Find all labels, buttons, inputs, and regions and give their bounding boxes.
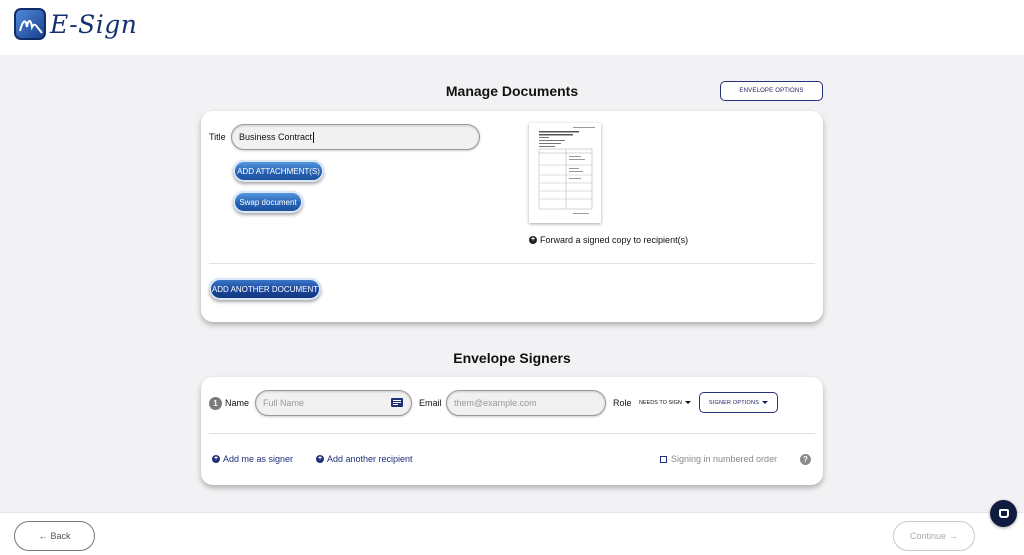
add-another-document-button[interactable]: ADD ANOTHER DOCUMENT <box>209 278 321 300</box>
caret-down-icon <box>762 401 769 404</box>
envelope-options-button[interactable]: ENVELOPE OPTIONS <box>720 81 823 101</box>
signer-options-button[interactable]: SIGNER OPTIONS <box>699 392 778 413</box>
plus-circle-icon: + <box>212 455 220 463</box>
email-placeholder: them@example.com <box>454 398 537 408</box>
continue-button[interactable]: Continue → <box>893 521 975 551</box>
add-me-as-signer-link[interactable]: + Add me as signer <box>212 454 293 464</box>
arrow-right-icon: → <box>949 531 959 541</box>
signer-name-input[interactable]: Full Name <box>255 390 412 416</box>
contact-card-icon[interactable] <box>391 398 403 407</box>
manage-documents-title: Manage Documents <box>445 83 579 99</box>
chat-icon[interactable] <box>990 500 1017 527</box>
logo-text: E-Sign <box>50 9 138 39</box>
signer-number-badge: 1 <box>209 397 222 410</box>
email-label: Email <box>419 398 442 408</box>
top-bar: E-Sign <box>0 0 1024 55</box>
role-select[interactable]: NEEDS TO SIGN <box>639 400 692 406</box>
caret-down-icon <box>685 401 692 405</box>
document-title-input[interactable]: Business Contract <box>231 124 480 150</box>
document-divider <box>209 263 815 264</box>
document-thumbnail[interactable] <box>529 123 601 223</box>
document-title-value: Business Contract <box>239 132 313 142</box>
swap-document-button[interactable]: Swap document <box>233 191 303 213</box>
envelope-signers-card: 1 Name Full Name Email them@example.com … <box>201 377 823 485</box>
footer-bar: ← Back Continue → <box>0 512 1024 555</box>
name-placeholder: Full Name <box>263 398 305 408</box>
forward-signed-copy-link[interactable]: + Forward a signed copy to recipient(s) <box>529 235 688 245</box>
add-attachments-button[interactable]: ADD ATTACHMENT(S) <box>233 160 324 182</box>
add-another-recipient-link[interactable]: + Add another recipient <box>316 454 413 464</box>
help-icon[interactable]: ? <box>800 454 811 465</box>
signers-divider <box>209 433 815 434</box>
manage-documents-card: Title Business Contract ADD ATTACHMENT(S… <box>201 111 823 322</box>
logo[interactable]: E-Sign <box>14 8 137 40</box>
numbered-order-toggle[interactable]: Signing in numbered order <box>660 454 777 464</box>
text-caret <box>313 131 315 143</box>
role-label: Role <box>613 398 632 408</box>
plus-circle-icon: + <box>316 455 324 463</box>
title-label: Title <box>209 132 226 142</box>
plus-circle-icon: + <box>529 236 537 244</box>
envelope-signers-title: Envelope Signers <box>453 350 571 366</box>
back-button[interactable]: ← Back <box>14 521 95 551</box>
chat-bubble-icon <box>998 509 1009 518</box>
name-label: Name <box>225 398 250 408</box>
signer-email-input[interactable]: them@example.com <box>446 390 606 416</box>
arrow-left-icon: ← <box>38 531 48 541</box>
logo-signature-icon <box>14 8 46 40</box>
checkbox[interactable] <box>660 455 667 463</box>
